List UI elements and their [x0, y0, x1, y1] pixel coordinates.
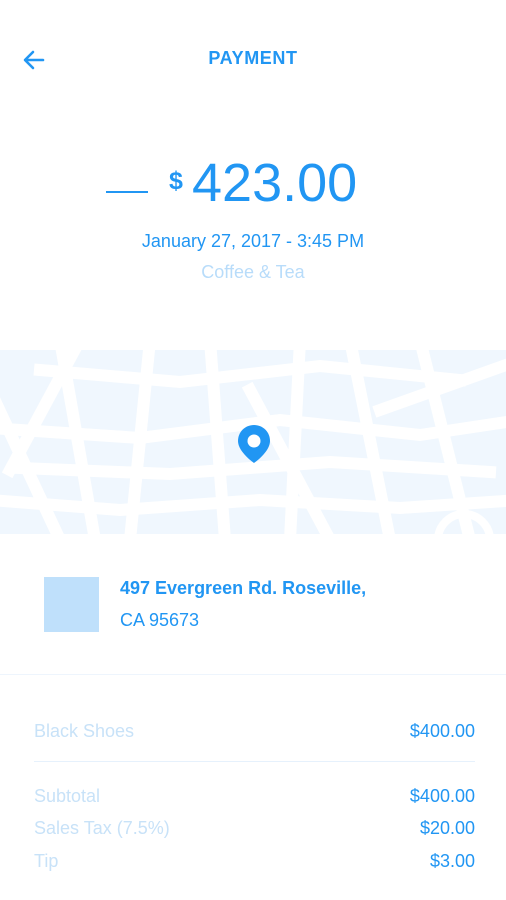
header: PAYMENT: [0, 0, 506, 118]
sales-tax-label: Sales Tax (7.5%): [34, 818, 170, 838]
item-label: Black Shoes: [34, 721, 135, 741]
tip-row: Tip $3.00: [34, 851, 475, 873]
address-block: 497 Evergreen Rd. Roseville, CA 95673: [0, 534, 506, 675]
sales-tax-row: Sales Tax (7.5%) $20.00: [34, 818, 475, 840]
place-thumbnail: [44, 577, 99, 632]
payment-screen: PAYMENT $ 423.00 January 27, 2017 - 3:45…: [0, 0, 506, 900]
payment-category: Coffee & Tea: [201, 262, 305, 282]
tip-label: Tip: [34, 851, 59, 871]
divider: [34, 761, 475, 762]
subtotal-value: $400.00: [409, 786, 475, 806]
payment-amount: 423.00: [192, 153, 358, 213]
payment-datetime: January 27, 2017 - 3:45 PM: [141, 231, 365, 251]
list-item: Black Shoes $400.00: [34, 721, 475, 743]
tip-value: $3.00: [429, 851, 475, 871]
sales-tax-value: $20.00: [419, 818, 475, 838]
location-pin-icon: [238, 425, 270, 463]
subtotal-row: Subtotal $400.00: [34, 786, 475, 808]
address-line-2: CA 95673: [120, 610, 200, 630]
item-price: $400.00: [409, 721, 475, 741]
page-title: PAYMENT: [208, 48, 298, 68]
subtotal-label: Subtotal: [34, 786, 101, 806]
amount-row: $ 423.00: [0, 150, 506, 230]
address-line-1: 497 Evergreen Rd. Roseville,: [120, 578, 367, 598]
minus-sign: [106, 191, 148, 193]
currency-symbol: $: [169, 167, 183, 195]
